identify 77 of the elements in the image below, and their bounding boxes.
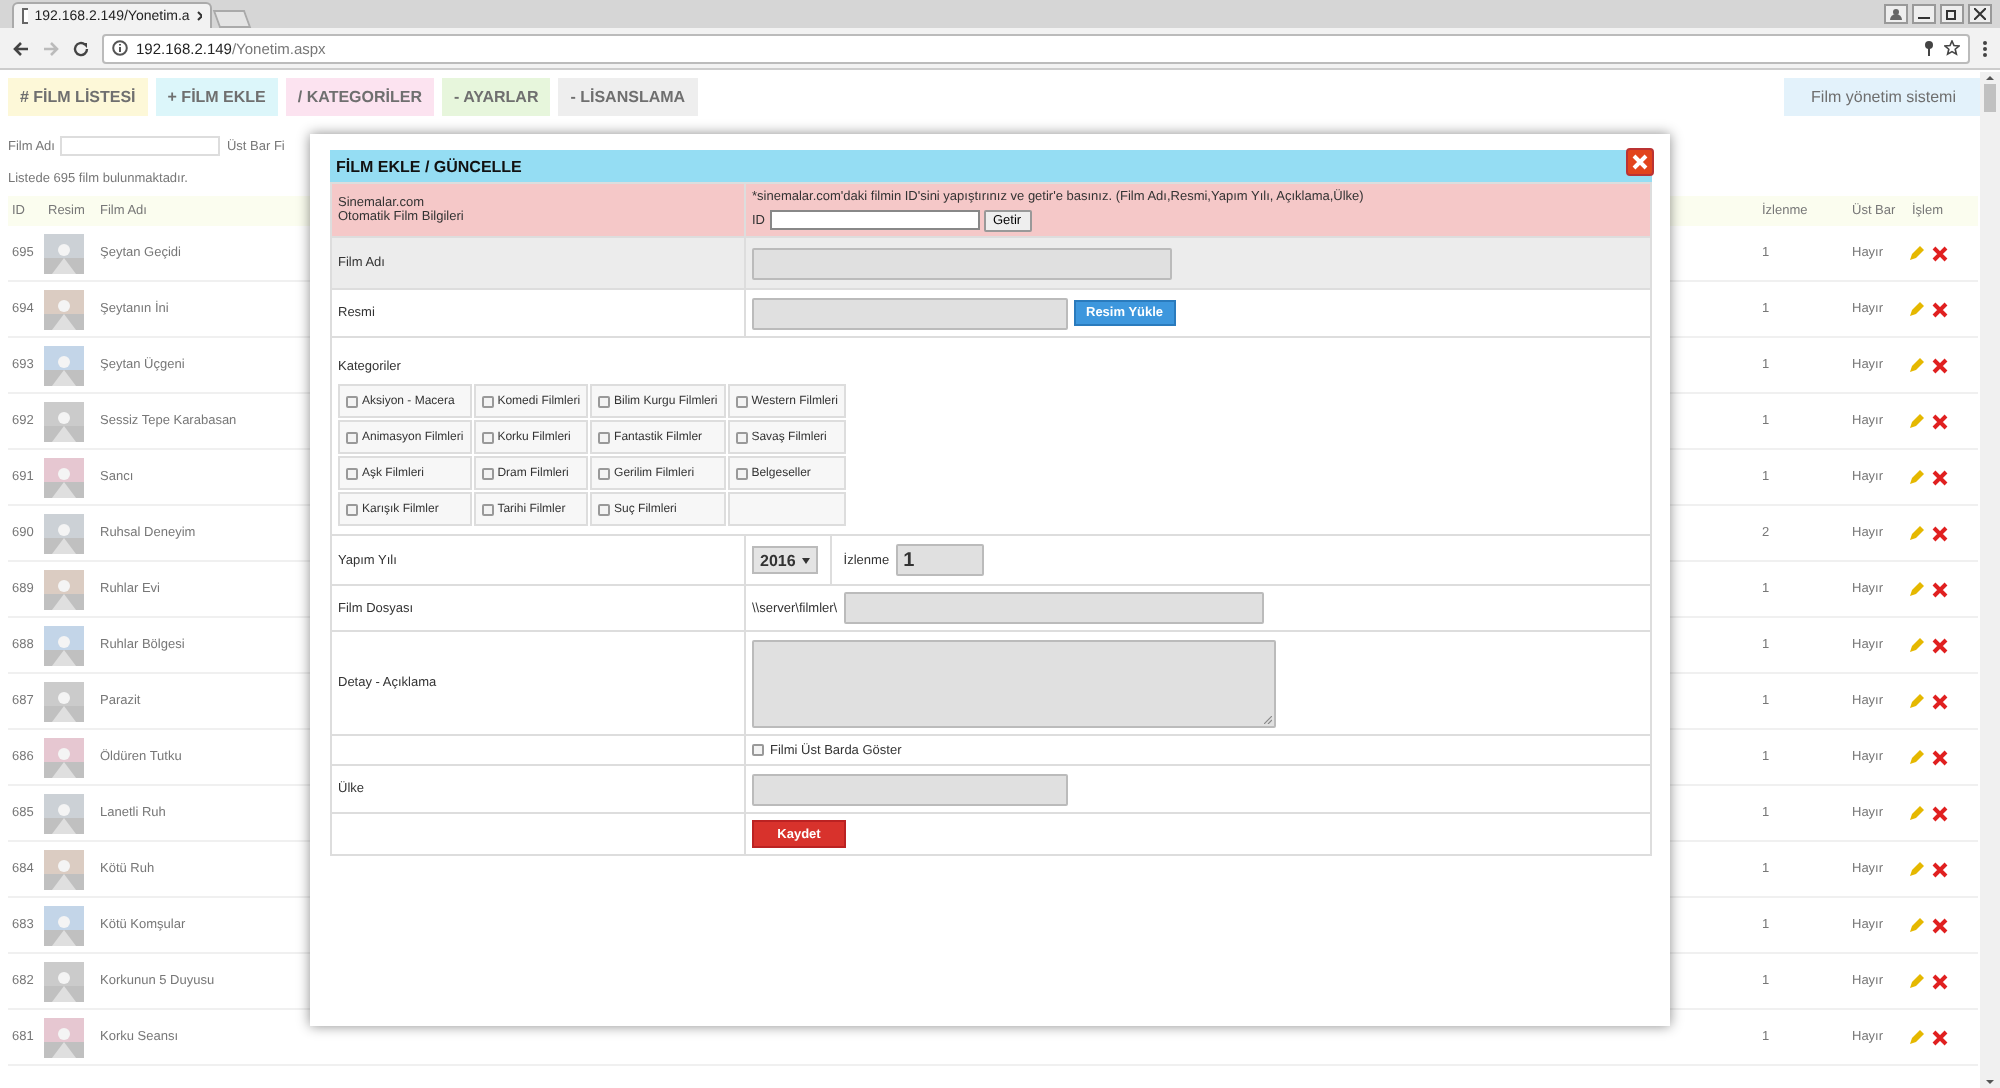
caret-icon xyxy=(801,557,810,563)
file-field[interactable] xyxy=(843,592,1264,624)
restore-icon[interactable] xyxy=(1940,4,1964,24)
edit-icon[interactable] xyxy=(1908,917,1924,933)
nav-tab[interactable]: - LİSANSLAMA xyxy=(558,78,698,116)
delete-icon[interactable] xyxy=(1932,1029,1948,1045)
delete-icon[interactable] xyxy=(1932,973,1948,989)
delete-icon[interactable] xyxy=(1932,637,1948,653)
checkbox[interactable] xyxy=(598,395,611,407)
nav-tab[interactable]: + FİLM EKLE xyxy=(155,78,278,116)
info-icon xyxy=(112,40,128,56)
edit-icon[interactable] xyxy=(1908,357,1924,373)
menu-icon[interactable] xyxy=(1982,39,1988,57)
nav-tab[interactable]: / KATEGORİLER xyxy=(285,78,434,116)
checkbox[interactable] xyxy=(735,431,748,443)
edit-icon[interactable] xyxy=(1908,1029,1924,1045)
description-field[interactable] xyxy=(752,639,1276,727)
delete-icon[interactable] xyxy=(1932,861,1948,877)
edit-icon[interactable] xyxy=(1908,245,1924,261)
film-name-field[interactable] xyxy=(752,247,1172,279)
film-name-field[interactable] xyxy=(60,136,221,156)
new-tab-button[interactable] xyxy=(212,10,252,28)
edit-icon[interactable] xyxy=(1908,413,1924,429)
modal-title: FİLM EKLE / GÜNCELLE xyxy=(336,157,522,175)
site-title: Film yönetim sistemi xyxy=(1783,78,1984,116)
edit-icon[interactable] xyxy=(1908,581,1924,597)
checkbox[interactable] xyxy=(346,467,358,479)
delete-icon[interactable] xyxy=(1932,301,1948,317)
image-field[interactable] xyxy=(752,297,1068,329)
resize-grip-icon[interactable] xyxy=(1264,715,1272,723)
scrollbar[interactable] xyxy=(1980,72,2000,1088)
delete-icon[interactable] xyxy=(1932,805,1948,821)
delete-icon[interactable] xyxy=(1932,525,1948,541)
edit-icon[interactable] xyxy=(1908,973,1924,989)
views-field[interactable]: 1 xyxy=(895,544,984,576)
delete-icon[interactable] xyxy=(1932,245,1948,261)
checkbox[interactable] xyxy=(598,503,611,515)
checkbox[interactable] xyxy=(346,503,358,515)
delete-icon[interactable] xyxy=(1932,581,1948,597)
delete-icon[interactable] xyxy=(1932,357,1948,373)
edit-icon[interactable] xyxy=(1908,469,1924,485)
delete-icon[interactable] xyxy=(1932,693,1948,709)
forward-icon[interactable] xyxy=(42,39,60,57)
reload-icon[interactable] xyxy=(72,39,90,57)
edit-icon[interactable] xyxy=(1908,525,1924,541)
checkbox[interactable] xyxy=(346,431,358,443)
checkbox[interactable] xyxy=(481,431,494,443)
delete-icon[interactable] xyxy=(1932,917,1948,933)
delete-icon[interactable] xyxy=(1932,469,1948,485)
checkbox[interactable] xyxy=(752,744,764,756)
minimize-icon[interactable] xyxy=(1912,4,1936,24)
checkbox[interactable] xyxy=(735,395,748,407)
checkbox[interactable] xyxy=(481,467,494,479)
edit-icon[interactable] xyxy=(1908,693,1924,709)
edit-icon[interactable] xyxy=(1908,637,1924,653)
checkbox[interactable] xyxy=(481,503,494,515)
checkbox[interactable] xyxy=(481,395,494,407)
profile-icon[interactable] xyxy=(1884,4,1908,24)
delete-icon[interactable] xyxy=(1932,749,1948,765)
checkbox[interactable] xyxy=(346,395,358,407)
edit-icon[interactable] xyxy=(1908,805,1924,821)
edit-icon[interactable] xyxy=(1908,861,1924,877)
close-button[interactable] xyxy=(1626,148,1654,176)
checkbox[interactable] xyxy=(735,467,748,479)
delete-icon[interactable] xyxy=(1932,413,1948,429)
nav-tab[interactable]: # FİLM LİSTESİ xyxy=(8,78,148,116)
checkbox[interactable] xyxy=(598,431,611,443)
back-icon[interactable] xyxy=(12,39,30,57)
edit-icon[interactable] xyxy=(1908,301,1924,317)
key-icon[interactable] xyxy=(1922,40,1936,56)
checkbox[interactable] xyxy=(598,467,611,479)
id-field[interactable] xyxy=(769,210,979,230)
year-select[interactable]: 2016 xyxy=(752,546,818,574)
star-icon[interactable] xyxy=(1944,40,1960,56)
nav-tab[interactable]: - AYARLAR xyxy=(441,78,551,116)
country-field[interactable] xyxy=(752,773,1068,805)
edit-icon[interactable] xyxy=(1908,749,1924,765)
